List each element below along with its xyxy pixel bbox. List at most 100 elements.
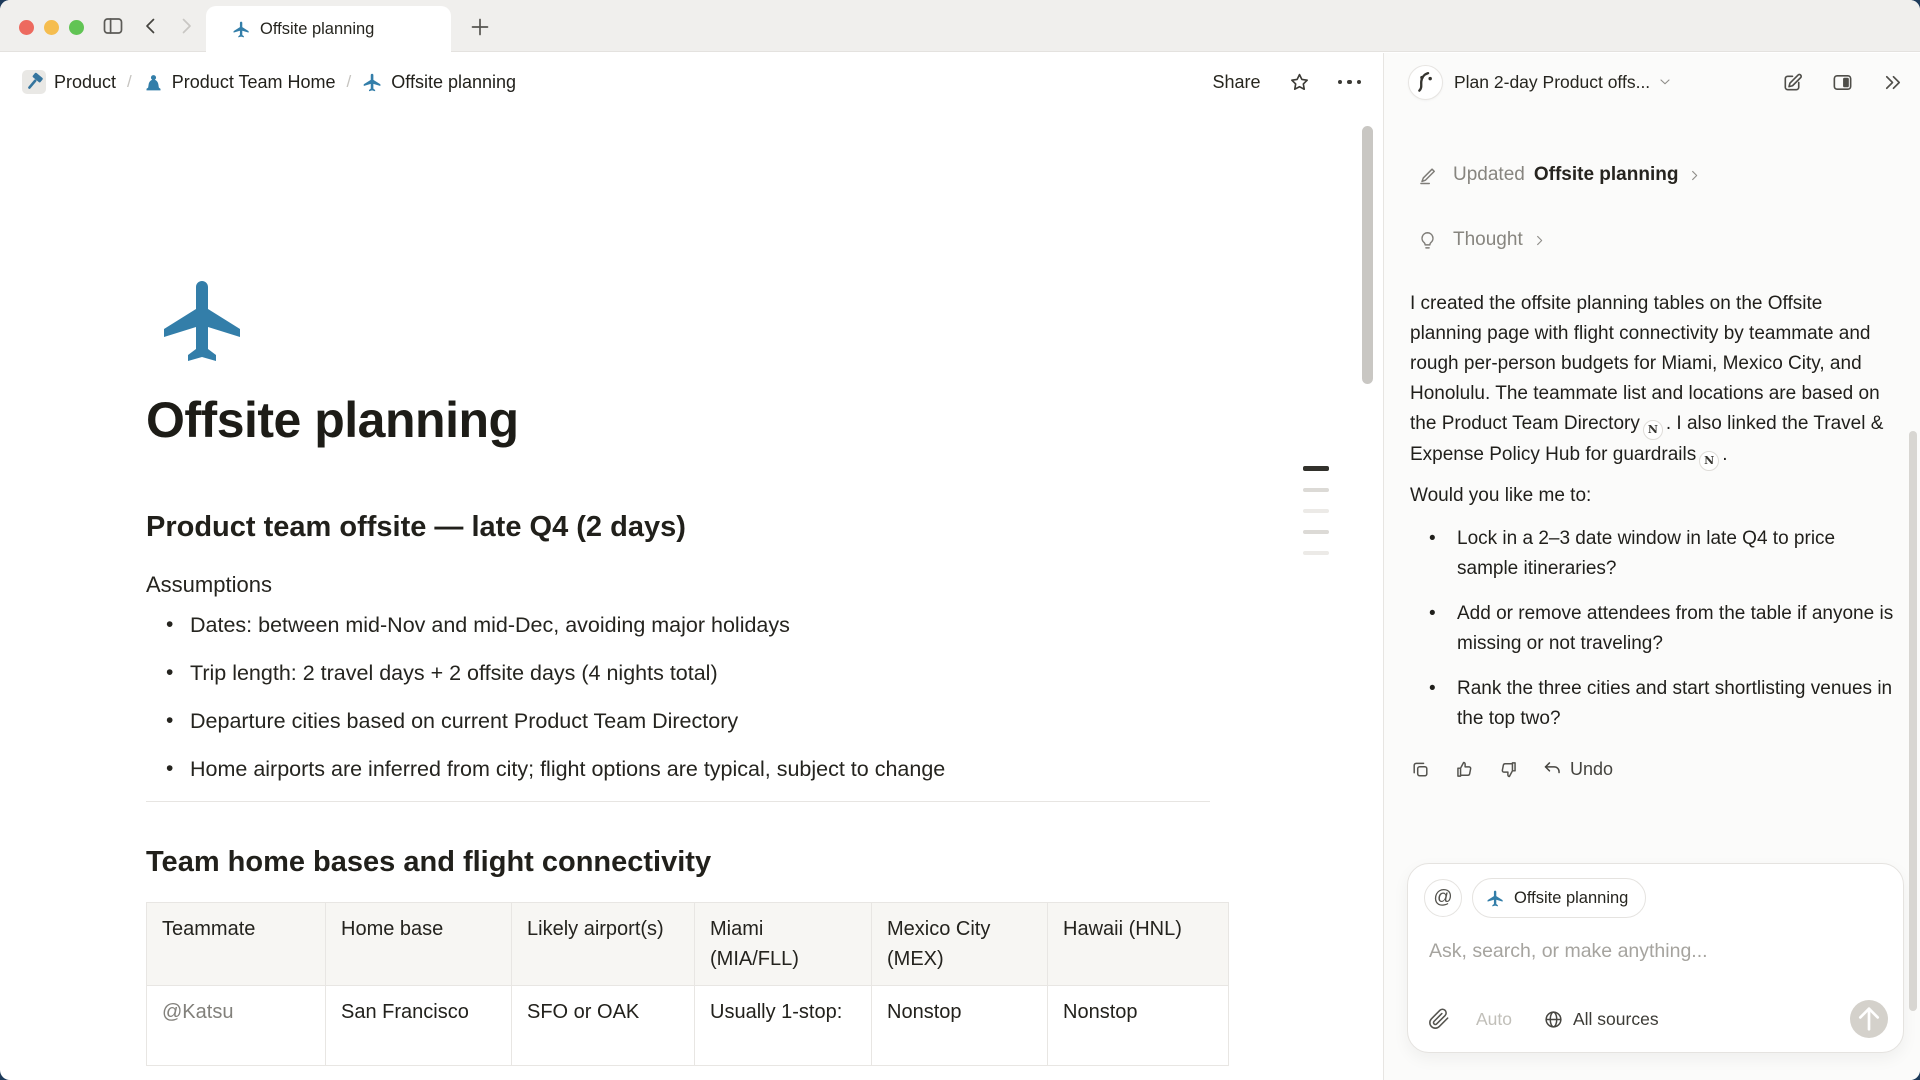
share-button[interactable]: Share	[1212, 72, 1260, 93]
copy-icon[interactable]	[1410, 759, 1431, 780]
thumbs-up-icon[interactable]	[1454, 759, 1475, 780]
thought-row[interactable]: Thought	[1410, 222, 1894, 258]
back-icon[interactable]	[139, 14, 163, 38]
ai-message: I created the offsite planning tables on…	[1410, 289, 1888, 471]
edit-pencil-icon	[1417, 165, 1438, 186]
model-auto-selector[interactable]: Auto	[1476, 1009, 1512, 1030]
ai-composer[interactable]: @ Offsite planning Auto A	[1407, 863, 1904, 1053]
ai-panel-header: Plan 2-day Product offs...	[1384, 53, 1920, 111]
bullet-dot: •	[1429, 674, 1436, 704]
bullet-dot: •	[166, 705, 173, 737]
suggestion-text: Lock in a 2–3 date window in late Q4 to …	[1457, 528, 1835, 579]
minimize-window-button[interactable]	[44, 20, 59, 35]
tab-offsite-planning[interactable]: Offsite planning	[206, 6, 451, 53]
notion-page-badge-icon[interactable]: N	[1643, 420, 1663, 440]
composer-context-row: @ Offsite planning	[1424, 878, 1646, 918]
collapse-panel-chevrons-icon[interactable]	[1881, 71, 1904, 94]
undo-button[interactable]: Undo	[1542, 759, 1613, 780]
hammer-icon	[22, 70, 46, 94]
doc-heading-team-bases[interactable]: Team home bases and flight connectivity	[146, 843, 1228, 881]
bullet-dot: •	[1429, 599, 1436, 629]
breadcrumb-item-offsite-planning[interactable]: Offsite planning	[362, 72, 516, 93]
ai-suggestions-list: • Lock in a 2–3 date window in late Q4 to…	[1410, 524, 1894, 734]
table-cell[interactable]: San Francisco	[326, 986, 512, 1066]
suggestion-item[interactable]: • Rank the three cities and start shortli…	[1410, 674, 1894, 734]
divider	[146, 801, 1210, 802]
airplane-icon	[1486, 889, 1505, 908]
breadcrumb-item-product[interactable]: Product	[22, 70, 116, 94]
table-cell[interactable]: SFO or OAK	[512, 986, 695, 1066]
assumptions-label[interactable]: Assumptions	[146, 569, 1228, 601]
table-row: @Katsu San Francisco SFO or OAK Usually …	[147, 986, 1229, 1066]
lightbulb-icon	[1417, 230, 1438, 251]
list-item[interactable]: •Departure cities based on current Produ…	[146, 705, 1228, 737]
open-in-side-panel-icon[interactable]	[1831, 71, 1854, 94]
page-title[interactable]: Offsite planning	[146, 389, 1228, 451]
table-header-cell[interactable]: Mexico City (MEX)	[872, 903, 1048, 986]
main-scrollbar-thumb[interactable]	[1362, 126, 1373, 384]
bullet-dot: •	[166, 753, 173, 785]
table-cell[interactable]: Nonstop	[872, 986, 1048, 1066]
notion-page-badge-icon[interactable]: N	[1699, 451, 1719, 471]
mention-at-button[interactable]: @	[1424, 879, 1462, 917]
close-window-button[interactable]	[19, 20, 34, 35]
table-cell[interactable]: Usually 1-stop:	[695, 986, 872, 1066]
doc-heading-offsite[interactable]: Product team offsite — late Q4 (2 days)	[146, 508, 1228, 546]
table-header-cell[interactable]: Miami (MIA/FLL)	[695, 903, 872, 986]
send-button[interactable]	[1850, 1000, 1888, 1038]
breadcrumb-separator: /	[125, 72, 134, 92]
outline-indicator[interactable]	[1303, 466, 1331, 572]
zoom-window-button[interactable]	[69, 20, 84, 35]
table-header-cell[interactable]: Likely airport(s)	[512, 903, 695, 986]
chevron-down-icon[interactable]	[1657, 74, 1673, 90]
composer-footer: Auto All sources	[1428, 999, 1888, 1039]
ai-question: Would you like me to:	[1410, 481, 1894, 511]
ai-thread: Updated Offsite planning Thought I creat…	[1410, 157, 1894, 780]
breadcrumb-separator: /	[345, 72, 354, 92]
breadcrumb-label: Product	[54, 72, 116, 93]
table-header-row: Teammate Home base Likely airport(s) Mia…	[147, 903, 1229, 986]
breadcrumb-item-product-team-home[interactable]: Product Team Home	[143, 72, 336, 93]
updated-label: Updated	[1453, 164, 1525, 186]
list-item[interactable]: •Home airports are inferred from city; f…	[146, 753, 1228, 785]
breadcrumb-label: Offsite planning	[391, 72, 516, 93]
new-chat-compose-icon[interactable]	[1781, 71, 1804, 94]
list-item[interactable]: • Dates: between mid-Nov and mid-Dec, avo…	[146, 609, 1228, 641]
table-cell-teammate-mention[interactable]: @Katsu	[147, 986, 326, 1066]
toggle-sidebar-icon[interactable]	[101, 14, 125, 38]
ai-scrollbar-thumb[interactable]	[1909, 431, 1917, 1011]
assumptions-list: • Dates: between mid-Nov and mid-Dec, avo…	[146, 609, 1228, 785]
person-pawn-icon	[143, 72, 164, 93]
table-cell[interactable]: Nonstop	[1048, 986, 1229, 1066]
new-tab-icon[interactable]	[468, 15, 492, 39]
context-chip-offsite-planning[interactable]: Offsite planning	[1472, 878, 1646, 918]
list-item-text: Dates: between mid-Nov and mid-Dec, avoi…	[190, 613, 790, 637]
updated-page-link[interactable]: Offsite planning	[1534, 164, 1679, 186]
attachment-paperclip-icon[interactable]	[1428, 1008, 1450, 1030]
more-options-icon[interactable]	[1338, 70, 1362, 94]
suggestion-item[interactable]: •Add or remove attendees from the table …	[1410, 599, 1894, 659]
tab-label: Offsite planning	[260, 20, 374, 39]
chevron-right-icon	[1687, 168, 1702, 183]
ai-panel: Plan 2-day Product offs... Updated Off	[1384, 53, 1920, 1080]
table-header-cell[interactable]: Hawaii (HNL)	[1048, 903, 1229, 986]
updated-page-row[interactable]: Updated Offsite planning	[1410, 157, 1894, 193]
bullet-dot: •	[166, 609, 173, 641]
doc-header: Product / Product Team Home / Offsite pl…	[0, 53, 1383, 111]
table-header-cell[interactable]: Home base	[326, 903, 512, 986]
suggestion-text: Rank the three cities and start shortlis…	[1457, 678, 1892, 729]
titlebar: Offsite planning	[0, 0, 1920, 52]
ai-session-title[interactable]: Plan 2-day Product offs...	[1454, 72, 1650, 93]
flight-connectivity-table: Teammate Home base Likely airport(s) Mia…	[146, 902, 1229, 1066]
airplane-icon	[232, 20, 251, 39]
message-text: .	[1722, 444, 1727, 465]
suggestion-item[interactable]: •Lock in a 2–3 date window in late Q4 to…	[1410, 524, 1894, 584]
ai-prompt-input[interactable]	[1429, 940, 1869, 963]
thumbs-down-icon[interactable]	[1498, 759, 1519, 780]
favorite-star-icon[interactable]	[1288, 71, 1311, 94]
forward-icon[interactable]	[174, 14, 198, 38]
list-item[interactable]: •Trip length: 2 travel days + 2 offsite …	[146, 657, 1228, 689]
table-header-cell[interactable]: Teammate	[147, 903, 326, 986]
all-sources-selector[interactable]: All sources	[1543, 1009, 1659, 1030]
page-airplane-icon[interactable]	[156, 273, 252, 369]
